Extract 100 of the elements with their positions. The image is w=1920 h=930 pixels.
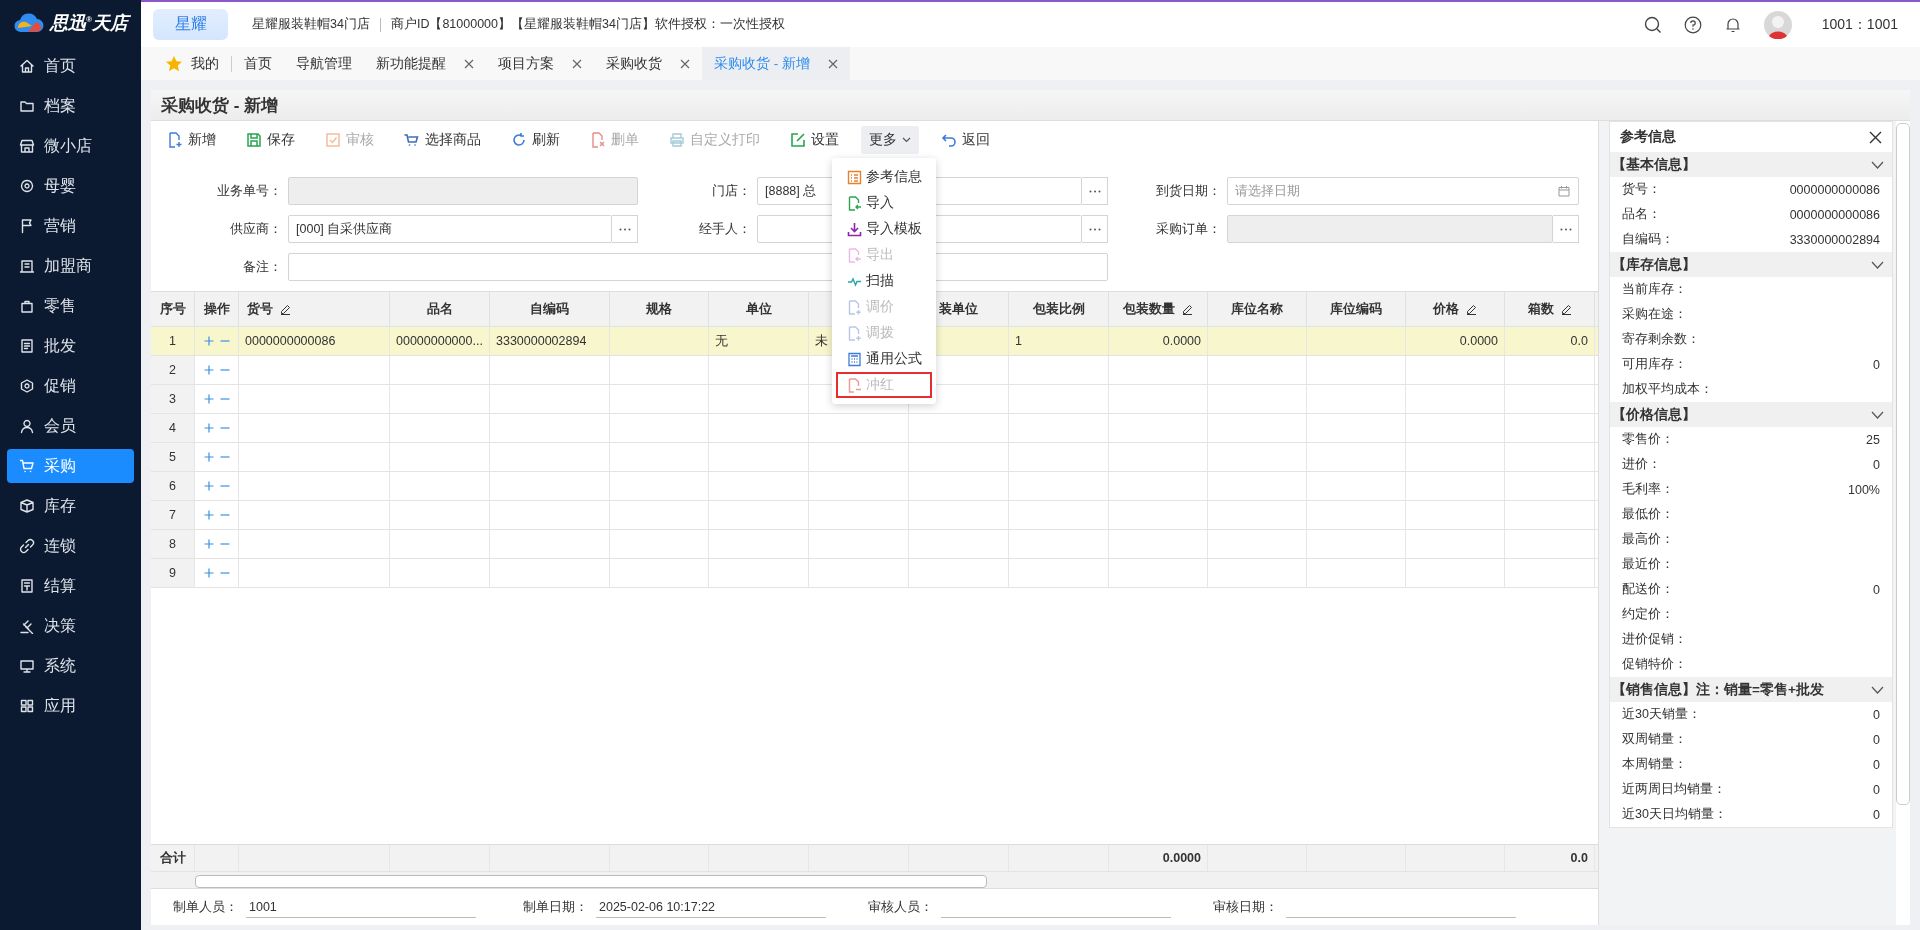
field-label: 审核人员：: [867, 898, 934, 916]
close-icon[interactable]: [464, 58, 474, 69]
list-icon: [847, 169, 862, 185]
table-cell: 0.0: [1505, 327, 1595, 355]
sidebar-item[interactable]: 应用: [7, 689, 134, 723]
plus-icon[interactable]: [203, 481, 214, 491]
document-arrow-icon: [847, 195, 862, 211]
row-number[interactable]: 9: [151, 559, 195, 587]
plus-icon[interactable]: [203, 539, 214, 549]
toolbar-button[interactable]: 选择商品: [396, 126, 489, 154]
dropdown-button[interactable]: 更多: [861, 126, 919, 154]
plus-icon[interactable]: [203, 365, 214, 375]
column-header: 自编码: [530, 300, 569, 318]
sidebar-item[interactable]: 微小店: [7, 129, 134, 163]
row-number[interactable]: 3: [151, 385, 195, 413]
row-number[interactable]: 6: [151, 472, 195, 500]
column-header: 品名: [426, 300, 453, 318]
info-label: 采购在途：: [1622, 306, 1687, 323]
checkbox-icon: [325, 132, 341, 148]
more-icon: [1088, 227, 1101, 231]
row-number[interactable]: 5: [151, 443, 195, 471]
plus-icon[interactable]: [203, 452, 214, 462]
sidebar-item[interactable]: 结算: [7, 569, 134, 603]
section-header[interactable]: 【基本信息】: [1610, 152, 1892, 177]
sidebar-item[interactable]: 档案: [7, 89, 134, 123]
sidebar-item[interactable]: 批发: [7, 329, 134, 363]
document-plus-icon: [847, 325, 862, 341]
row-number[interactable]: 4: [151, 414, 195, 442]
info-value: 100%: [1848, 482, 1880, 497]
tab[interactable]: 项目方案: [486, 47, 594, 80]
lookup-button[interactable]: [612, 215, 638, 243]
avatar-icon[interactable]: [1763, 10, 1792, 39]
toolbar-button[interactable]: 保存: [238, 126, 303, 154]
menu-item[interactable]: 参考信息: [832, 164, 936, 190]
input-field[interactable]: [000] 自采供应商: [288, 215, 612, 243]
lookup-button[interactable]: [1553, 215, 1579, 243]
close-icon[interactable]: [1869, 130, 1882, 144]
close-icon[interactable]: [572, 58, 582, 69]
row-number[interactable]: 7: [151, 501, 195, 529]
table-cell: 3330000002894: [490, 327, 610, 355]
plus-icon[interactable]: [203, 336, 214, 346]
info-label: 本周销量：: [1622, 756, 1687, 773]
ledger-icon: [19, 578, 35, 594]
section-header[interactable]: 【价格信息】: [1610, 402, 1892, 427]
sidebar-item[interactable]: 系统: [7, 649, 134, 683]
pencil-icon: [1182, 303, 1193, 315]
total-cell: 0.0: [1505, 845, 1595, 871]
info-label: 毛利率：: [1622, 481, 1674, 498]
search-icon[interactable]: [1643, 15, 1662, 34]
calendar-icon[interactable]: [1558, 185, 1570, 197]
plus-icon[interactable]: [203, 568, 214, 578]
lookup-button[interactable]: [1082, 177, 1108, 205]
toolbar-button[interactable]: 设置: [782, 126, 847, 154]
section-header[interactable]: 【销售信息】注：销量=零售+批发: [1610, 677, 1892, 702]
scrollbar[interactable]: [1896, 123, 1910, 805]
tab[interactable]: 采购收货: [594, 47, 702, 80]
cart-icon: [19, 458, 35, 474]
table-cell: 0000000000086: [239, 327, 390, 355]
user-account[interactable]: 1001：1001: [1821, 15, 1898, 34]
tab[interactable]: 新功能提醒: [364, 47, 486, 80]
row-number[interactable]: 8: [151, 530, 195, 558]
page-title: 采购收货 - 新增: [151, 90, 1910, 121]
plus-icon[interactable]: [203, 394, 214, 404]
calculator-icon: [847, 351, 862, 367]
chevron-icon: [1871, 410, 1884, 419]
tab[interactable]: 导航管理: [284, 47, 364, 80]
row-number[interactable]: 2: [151, 356, 195, 384]
tab[interactable]: 我的: [153, 47, 231, 80]
sidebar-item[interactable]: 母婴: [7, 169, 134, 203]
field-label: 备注：: [242, 258, 283, 276]
info-value: 3330000002894: [1789, 232, 1880, 247]
help-icon[interactable]: [1683, 15, 1702, 34]
section-title: 【销售信息】注：销量=零售+批发: [1612, 680, 1824, 699]
lookup-button[interactable]: [1082, 215, 1108, 243]
sidebar-item[interactable]: 首页: [7, 49, 134, 83]
close-icon[interactable]: [680, 58, 690, 69]
toolbar-button[interactable]: 新增: [159, 126, 224, 154]
plus-icon[interactable]: [203, 423, 214, 433]
info-label: 约定价：: [1622, 606, 1674, 623]
pencil-icon: [280, 303, 291, 315]
plus-icon[interactable]: [203, 510, 214, 520]
tab[interactable]: 首页: [232, 47, 284, 80]
info-label: 最高价：: [1622, 531, 1674, 548]
menu-item[interactable]: 导入: [832, 190, 936, 216]
sidebar-item[interactable]: 连锁: [7, 529, 134, 563]
toolbar-button[interactable]: 返回: [933, 126, 998, 154]
sidebar-item[interactable]: 加盟商: [7, 249, 134, 283]
scrollbar[interactable]: [195, 875, 987, 888]
section-header[interactable]: 【库存信息】: [1610, 252, 1892, 277]
sidebar-item[interactable]: 决策: [7, 609, 134, 643]
sidebar-item[interactable]: 会员: [7, 409, 134, 443]
chevron-icon: [1871, 260, 1884, 269]
menu-item[interactable]: 扫描: [832, 268, 936, 294]
sidebar-item[interactable]: 营销: [7, 209, 134, 243]
toolbar-button[interactable]: 刷新: [503, 126, 568, 154]
sidebar-item[interactable]: 库存: [7, 489, 134, 523]
sidebar-item[interactable]: 促销: [7, 369, 134, 403]
menu-item[interactable]: 导入模板: [832, 216, 936, 242]
sidebar-item[interactable]: 零售: [7, 289, 134, 323]
date-field[interactable]: 请选择日期: [1227, 177, 1579, 205]
